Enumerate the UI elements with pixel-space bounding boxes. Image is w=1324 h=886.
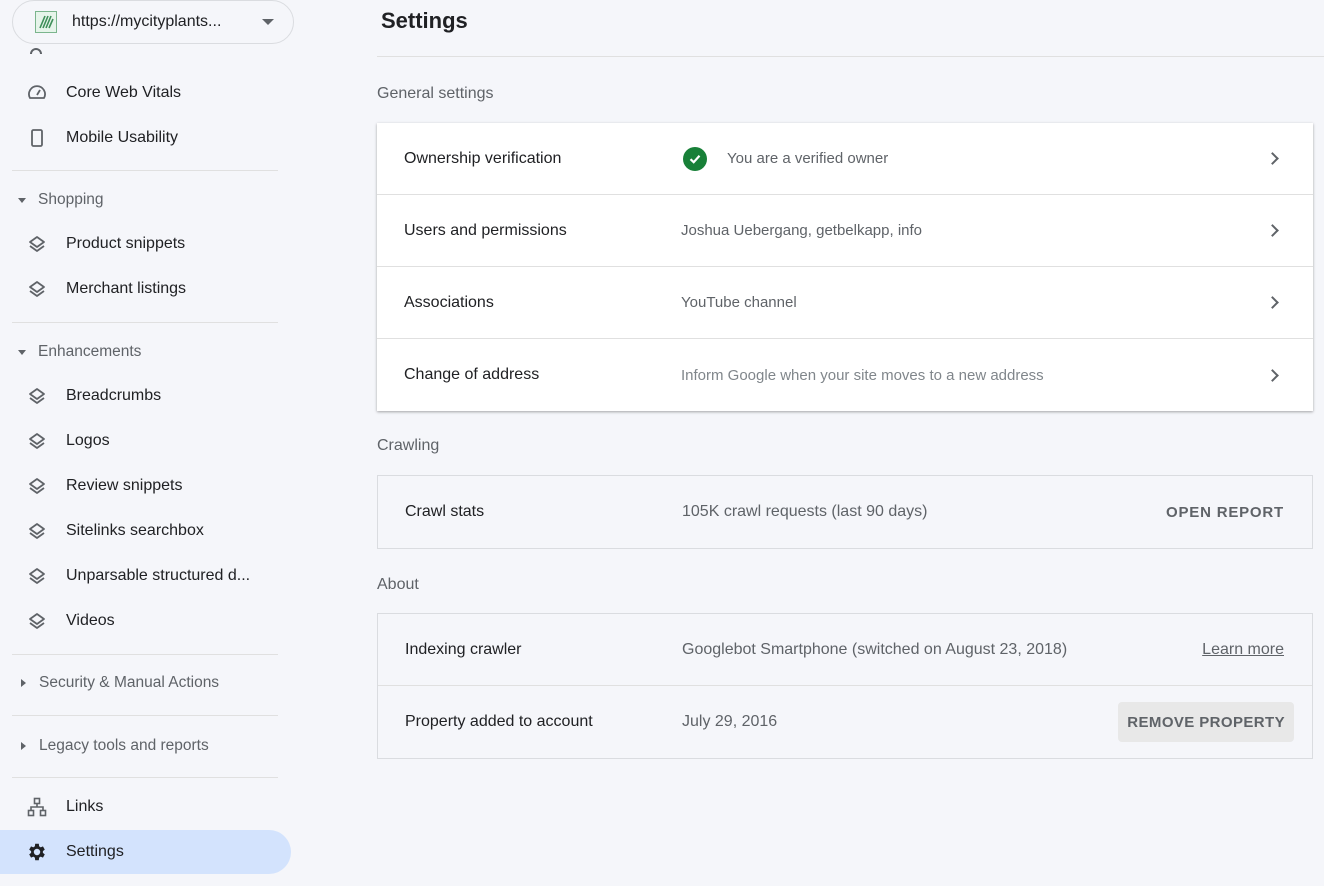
- row-label: Associations: [404, 293, 494, 311]
- row-value: Inform Google when your site moves to a …: [681, 366, 1044, 384]
- sidebar-item-label: Product snippets: [66, 235, 186, 252]
- sidebar-divider: [12, 170, 278, 171]
- sidebar-item-breadcrumbs[interactable]: Breadcrumbs: [0, 374, 278, 418]
- sidebar-item-label: Videos: [66, 612, 115, 629]
- check-circle-icon: [683, 146, 707, 171]
- sidebar-divider: [12, 322, 278, 323]
- row-value: Joshua Uebergang, getbelkapp, info: [681, 222, 923, 239]
- chevron-right-icon: [1266, 224, 1279, 237]
- layers-icon: [26, 430, 48, 452]
- sidebar-item-label: Core Web Vitals: [66, 84, 182, 101]
- caret-right-icon: [21, 742, 26, 750]
- caret-down-icon: [18, 197, 26, 203]
- row-value: 105K crawl requests (last 90 days): [682, 503, 928, 520]
- sidebar-item-links[interactable]: Links: [0, 785, 278, 829]
- sitemap-icon: [26, 796, 48, 818]
- row-label: Crawl stats: [405, 503, 485, 520]
- section-header-label: Enhancements: [38, 343, 142, 360]
- general-settings-card: Ownership verification You are a verifie…: [377, 123, 1313, 411]
- sidebar-item-label: Mobile Usability: [66, 129, 179, 146]
- settings-row-indexing-crawler: Indexing crawler Googlebot Smartphone (s…: [378, 614, 1312, 686]
- layers-icon: [26, 278, 48, 300]
- sidebar-item-label: Review snippets: [66, 477, 183, 494]
- sidebar-item-core-web-vitals[interactable]: Core Web Vitals: [0, 71, 278, 115]
- sidebar-item-label: Links: [66, 798, 104, 815]
- section-header-label: Legacy tools and reports: [39, 737, 209, 754]
- sidebar-item-label: Breadcrumbs: [66, 387, 162, 404]
- layers-icon: [26, 475, 48, 497]
- crawling-card: Crawl stats 105K crawl requests (last 90…: [377, 475, 1313, 549]
- row-value: You are a verified owner: [681, 146, 889, 171]
- speedometer-icon: [26, 82, 48, 104]
- sidebar-item-label: Unparsable structured d...: [66, 567, 251, 584]
- row-label: Change of address: [404, 366, 540, 383]
- sidebar-item-unparsable-structured-data[interactable]: Unparsable structured d...: [0, 554, 278, 598]
- layers-icon: [26, 233, 48, 255]
- sidebar-item-label: Logos: [66, 432, 110, 449]
- sidebar-item-mobile-usability[interactable]: Mobile Usability: [0, 116, 278, 160]
- caret-right-icon: [21, 679, 26, 687]
- section-header-legacy[interactable]: Legacy tools and reports: [0, 726, 278, 766]
- sidebar-item-review-snippets[interactable]: Review snippets: [0, 464, 278, 508]
- main-content: Settings General settings Ownership veri…: [300, 0, 1324, 886]
- layers-icon: [26, 610, 48, 632]
- sidebar-divider: [12, 777, 278, 778]
- verified-status-text: You are a verified owner: [727, 150, 889, 167]
- section-header-label: Security & Manual Actions: [39, 674, 220, 691]
- sidebar-item-label: Sitelinks searchbox: [66, 522, 204, 539]
- chevron-right-icon: [1266, 296, 1279, 309]
- settings-row-ownership[interactable]: Ownership verification You are a verifie…: [377, 123, 1313, 195]
- row-value: July 29, 2016: [682, 713, 778, 730]
- section-label-general: General settings: [377, 85, 494, 102]
- settings-row-change-of-address[interactable]: Change of address Inform Google when you…: [377, 339, 1313, 411]
- sidebar-item-product-snippets[interactable]: Product snippets: [0, 222, 278, 266]
- sidebar-item-merchant-listings[interactable]: Merchant listings: [0, 267, 278, 311]
- settings-row-associations[interactable]: Associations YouTube channel: [377, 267, 1313, 339]
- chevron-down-icon[interactable]: [262, 19, 274, 25]
- chevron-right-icon: [1266, 152, 1279, 165]
- smartphone-icon: [26, 127, 48, 149]
- section-header-enhancements[interactable]: Enhancements: [0, 332, 278, 372]
- sidebar-item-settings[interactable]: Settings: [0, 830, 291, 874]
- sidebar-divider: [12, 654, 278, 655]
- section-label-crawling: Crawling: [377, 437, 440, 454]
- section-header-label: Shopping: [38, 191, 104, 208]
- sidebar-item-label: Settings: [66, 843, 124, 860]
- property-selector[interactable]: https://mycityplants...: [12, 0, 294, 44]
- sidebar-item-videos[interactable]: Videos: [0, 599, 278, 643]
- section-header-security[interactable]: Security & Manual Actions: [0, 663, 278, 703]
- settings-row-crawl-stats: Crawl stats 105K crawl requests (last 90…: [378, 476, 1312, 548]
- row-label: Ownership verification: [404, 149, 562, 167]
- layers-icon: [26, 565, 48, 587]
- layers-icon: [26, 520, 48, 542]
- row-label: Users and permissions: [404, 221, 567, 239]
- sidebar: https://mycityplants... Core Web Vitals …: [0, 0, 300, 886]
- sidebar-divider: [12, 715, 278, 716]
- section-header-shopping[interactable]: Shopping: [0, 180, 278, 220]
- settings-row-property-added: Property added to account July 29, 2016 …: [378, 686, 1312, 758]
- layers-icon: [26, 385, 48, 407]
- page-title: Settings: [381, 8, 468, 33]
- learn-more-link[interactable]: Learn more: [1202, 641, 1284, 659]
- gear-icon: [26, 841, 48, 863]
- caret-down-icon: [18, 349, 26, 355]
- remove-property-button[interactable]: REMOVE PROPERTY: [1118, 702, 1294, 742]
- row-value: YouTube channel: [681, 294, 797, 311]
- about-card: Indexing crawler Googlebot Smartphone (s…: [377, 613, 1313, 759]
- section-label-about: About: [377, 576, 419, 593]
- property-url: https://mycityplants...: [72, 13, 222, 30]
- row-label: Property added to account: [405, 713, 593, 730]
- sidebar-item-sitelinks-searchbox[interactable]: Sitelinks searchbox: [0, 509, 278, 553]
- chevron-right-icon: [1266, 368, 1279, 382]
- settings-row-users-permissions[interactable]: Users and permissions Joshua Uebergang, …: [377, 195, 1313, 267]
- sidebar-item-label: Merchant listings: [66, 280, 187, 297]
- open-report-button[interactable]: OPEN REPORT: [1166, 504, 1284, 521]
- row-label: Indexing crawler: [405, 640, 522, 658]
- sidebar-item-logos[interactable]: Logos: [0, 419, 278, 463]
- property-logo-icon: [35, 11, 57, 33]
- title-divider: [377, 56, 1324, 57]
- row-value: Googlebot Smartphone (switched on August…: [682, 640, 1068, 658]
